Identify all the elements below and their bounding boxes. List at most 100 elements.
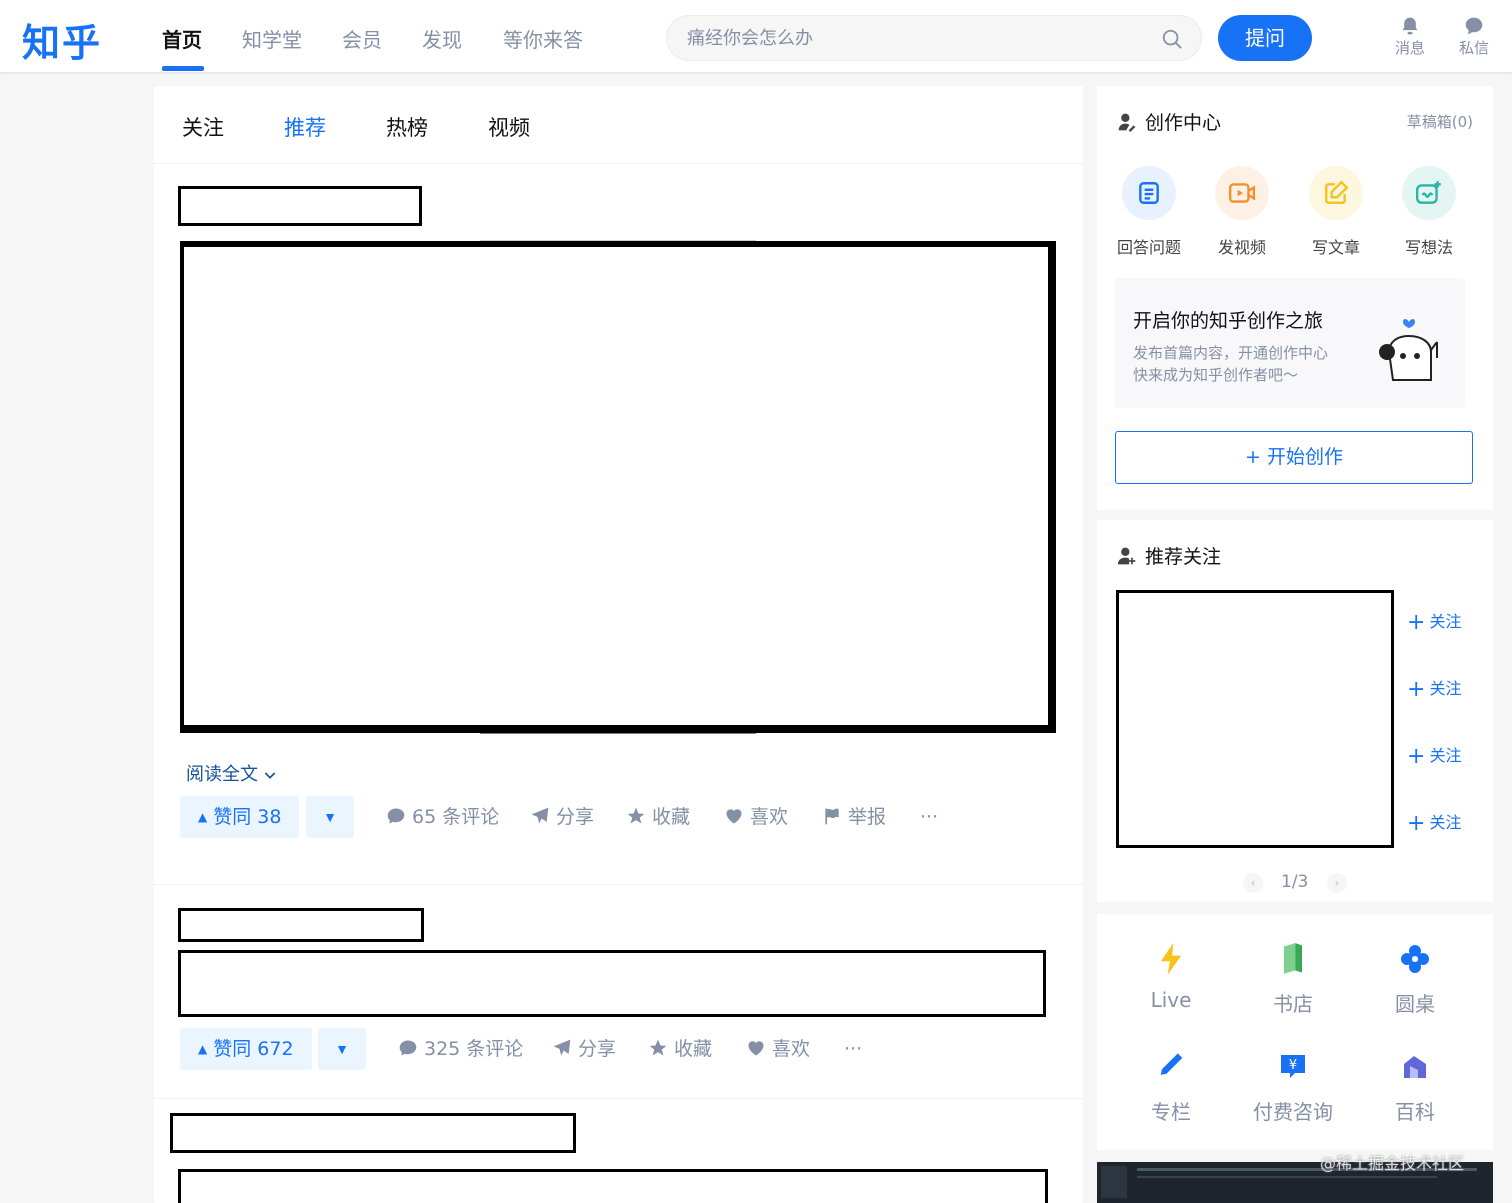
collect-button[interactable]: 收藏 xyxy=(648,1028,712,1070)
downvote-triangle-icon: ▼ xyxy=(323,809,337,825)
heart-icon xyxy=(726,809,742,824)
read-more-link[interactable]: 阅读全文 xyxy=(186,760,278,786)
nav-home[interactable]: 首页 xyxy=(162,24,202,53)
nav-waiting-answer[interactable]: 等你来答 xyxy=(503,24,583,53)
plus-icon: + xyxy=(1407,744,1426,769)
follow-button[interactable]: + 关注 xyxy=(1407,675,1461,702)
follow-label: 关注 xyxy=(1429,612,1462,631)
wiki-label: 百科 xyxy=(1395,1100,1435,1124)
star-icon xyxy=(627,807,645,824)
roundtable-label: 圆桌 xyxy=(1395,992,1435,1016)
ask-question-button[interactable]: 提问 xyxy=(1218,15,1312,61)
search-icon[interactable] xyxy=(1161,28,1183,50)
collect-button[interactable]: 收藏 xyxy=(626,796,690,838)
share-label: 分享 xyxy=(556,806,595,828)
watermark-text: @稀土掘金技术社区 xyxy=(1320,1154,1465,1173)
write-article-label: 写文章 xyxy=(1311,238,1360,257)
recommend-pager: ‹ 1/3 › xyxy=(1243,872,1347,894)
paid-consult-link[interactable]: ¥ 付费咨询 xyxy=(1233,1050,1353,1125)
redacted-title xyxy=(178,908,424,942)
follow-button[interactable]: + 关注 xyxy=(1407,608,1461,635)
drafts-link[interactable]: 草稿箱(0) xyxy=(1407,111,1473,132)
nav-discover[interactable]: 发现 xyxy=(422,24,462,53)
nav-zhixuetang[interactable]: 知学堂 xyxy=(242,24,302,53)
share-label: 分享 xyxy=(578,1038,617,1060)
report-label: 举报 xyxy=(848,806,887,828)
paid-consult-label: 付费咨询 xyxy=(1253,1100,1333,1124)
direct-messages-button[interactable]: 私信 xyxy=(1452,16,1496,58)
bell-icon xyxy=(1402,17,1418,35)
comments-button[interactable]: 325 条评论 xyxy=(398,1028,523,1070)
follow-button[interactable]: + 关注 xyxy=(1407,809,1461,836)
comments-button[interactable]: 65 条评论 xyxy=(386,796,499,838)
like-label: 喜欢 xyxy=(772,1038,811,1060)
follow-label: 关注 xyxy=(1429,746,1462,765)
wiki-link[interactable]: 百科 xyxy=(1355,1050,1475,1125)
post-video-button[interactable]: 发视频 xyxy=(1202,166,1282,258)
next-page-icon[interactable]: › xyxy=(1327,873,1347,893)
like-label: 喜欢 xyxy=(750,806,789,828)
share-button[interactable]: 分享 xyxy=(552,1028,616,1070)
upvote-button[interactable]: ▲ 赞同 38 xyxy=(180,796,300,838)
heart-icon xyxy=(748,1041,764,1056)
upvote-label: 赞同 38 xyxy=(213,806,282,828)
tab-hot[interactable]: 热榜 xyxy=(386,112,428,142)
upvote-triangle-icon: ▲ xyxy=(198,810,208,824)
live-label: Live xyxy=(1150,988,1192,1012)
comments-label: 325 条评论 xyxy=(424,1038,524,1060)
bookstore-link[interactable]: 书店 xyxy=(1233,942,1353,1017)
promo-subtitle-2: 快来成为知乎创作者吧～ xyxy=(1133,366,1299,384)
bookstore-label: 书店 xyxy=(1273,992,1313,1016)
top-header: 知乎 首页 知学堂 会员 发现 等你来答 提问 消息 私信 xyxy=(0,0,1512,72)
downvote-button[interactable]: ▼ xyxy=(318,1028,366,1070)
search-box xyxy=(666,15,1202,61)
upvote-button[interactable]: ▲ 赞同 672 xyxy=(180,1028,312,1070)
messages-button[interactable]: 消息 xyxy=(1388,16,1432,58)
tab-video[interactable]: 视频 xyxy=(488,112,530,142)
tab-following[interactable]: 关注 xyxy=(182,112,224,142)
feed-card: 关注 推荐 热榜 视频 阅读全文 ▲ 赞同 38 ▼ 65 条评论 分享 收藏 喜… xyxy=(154,86,1083,1203)
redacted-title xyxy=(178,186,422,226)
write-article-button[interactable]: 写文章 xyxy=(1296,166,1376,258)
tab-recommend[interactable]: 推荐 xyxy=(284,112,326,142)
flag-icon xyxy=(825,808,839,825)
plus-icon: + xyxy=(1407,610,1426,635)
redacted-title xyxy=(170,1113,576,1153)
answer-actions: ▲ 赞同 38 ▼ 65 条评论 分享 收藏 喜欢 举报 ··· xyxy=(180,796,1060,838)
lightning-icon xyxy=(1160,943,1182,975)
collect-label: 收藏 xyxy=(674,1038,713,1060)
start-creating-button[interactable]: + 开始创作 xyxy=(1115,431,1473,484)
zhihu-logo[interactable]: 知乎 xyxy=(22,12,102,67)
live-link[interactable]: Live xyxy=(1111,942,1231,1012)
more-options-button[interactable]: ··· xyxy=(920,796,938,838)
page-indicator: 1/3 xyxy=(1281,872,1309,892)
nav-member[interactable]: 会员 xyxy=(342,24,382,53)
feed-divider xyxy=(154,1098,1083,1099)
upvote-label: 赞同 672 xyxy=(213,1038,294,1060)
downvote-triangle-icon: ▼ xyxy=(335,1041,349,1057)
share-button[interactable]: 分享 xyxy=(530,796,594,838)
follow-button[interactable]: + 关注 xyxy=(1407,742,1461,769)
feed-tabs: 关注 推荐 热榜 视频 xyxy=(154,86,1083,164)
creation-promo-banner: 开启你的知乎创作之旅 发布首篇内容，开通创作中心 快来成为知乎创作者吧～ xyxy=(1115,278,1465,408)
roundtable-link[interactable]: 圆桌 xyxy=(1355,942,1475,1017)
promo-subtitle-1: 发布首篇内容，开通创作中心 xyxy=(1133,344,1329,362)
creation-center-card: 创作中心 草稿箱(0) 回答问题 发视频 写文章 写想法 开启你的知乎创作之旅 … xyxy=(1097,86,1493,510)
recommended-follows-label: 推荐关注 xyxy=(1145,546,1222,568)
more-options-button[interactable]: ··· xyxy=(844,1028,862,1070)
column-link[interactable]: 专栏 xyxy=(1111,1050,1231,1125)
mascot-illustration-icon xyxy=(1379,319,1438,381)
like-button[interactable]: 喜欢 xyxy=(746,1028,810,1070)
redacted-excerpt xyxy=(178,1169,1048,1203)
wiki-icon xyxy=(1404,1056,1426,1078)
search-input[interactable] xyxy=(687,16,1147,60)
star-icon xyxy=(649,1039,667,1056)
like-button[interactable]: 喜欢 xyxy=(724,796,788,838)
recommended-follows-card: 推荐关注 + 关注 + 关注 + 关注 + 关注 ‹ 1/3 › xyxy=(1097,520,1493,902)
answer-question-button[interactable]: 回答问题 xyxy=(1109,166,1189,258)
prev-page-icon[interactable]: ‹ xyxy=(1243,873,1263,893)
downvote-button[interactable]: ▼ xyxy=(306,796,354,838)
report-button[interactable]: 举报 xyxy=(822,796,886,838)
svg-text:¥: ¥ xyxy=(1289,1058,1297,1073)
write-idea-button[interactable]: 写想法 xyxy=(1389,166,1469,258)
